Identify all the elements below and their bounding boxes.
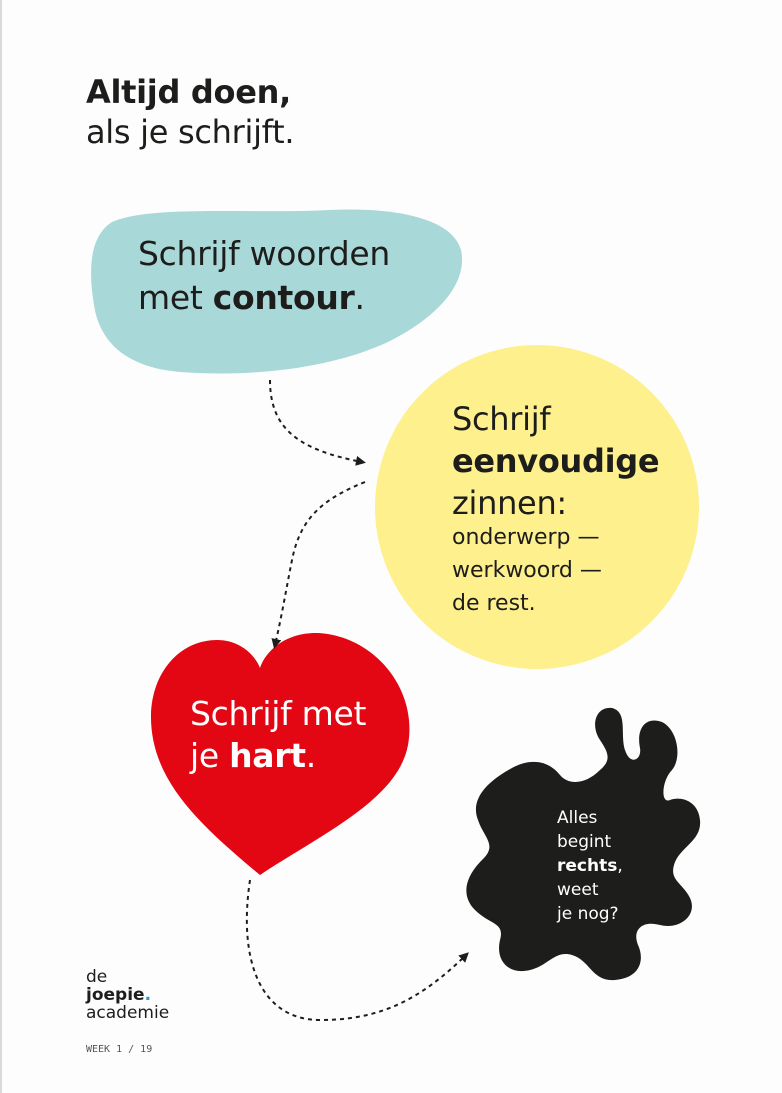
logo-dot: . [144, 985, 152, 1005]
heart-line-1: Schrijf met [190, 694, 367, 733]
yellow-line-1: Schrijf [452, 400, 551, 438]
yellow-line-2: eenvoudige [452, 440, 660, 482]
blue-line-1: Schrijf woorden [138, 234, 391, 273]
heart-line-2-prefix: je [190, 736, 230, 775]
blob-line-3-suffix: , [617, 856, 623, 876]
arrow-blue-to-yellow [269, 379, 366, 466]
heart-line-2-suffix: . [305, 736, 317, 775]
illustration [91, 209, 701, 1022]
blob-line-5: je nog? [557, 904, 619, 924]
arrow-yellow-to-heart [271, 481, 366, 649]
logo-line-1: de [86, 967, 108, 987]
yellow-line-2-bold: eenvoudige [452, 442, 660, 480]
heart-text: Schrijf met je hart. [190, 693, 366, 777]
arrow-heart-to-blob [245, 879, 469, 1022]
blue-line-2-bold: contour [212, 278, 355, 317]
black-blob-text: Alles begint rechts, weet je nog? [557, 806, 623, 926]
yellow-sub-3: de rest. [452, 591, 536, 616]
yellow-circle-text: Schrijf eenvoudige zinnen: [452, 398, 660, 524]
yellow-line-3: zinnen: [452, 484, 567, 522]
blob-line-1: Alles [557, 808, 598, 828]
yellow-sub-1: onderwerp — [452, 525, 600, 550]
blob-line-4: weet [557, 880, 599, 900]
blob-line-2: begint [557, 832, 612, 852]
heart-line-2-bold: hart [229, 736, 306, 775]
blue-line-2-suffix: . [354, 278, 366, 317]
logo-line-2-word: joepie [86, 985, 145, 1005]
joepie-academie-logo: de joepie. academie [86, 968, 169, 1022]
blob-line-3: rechts, [557, 854, 623, 878]
blue-line-2-prefix: met [138, 278, 213, 317]
blob-line-3-bold: rechts [557, 856, 618, 876]
yellow-sub-2: werkwoord — [452, 558, 602, 583]
blue-line-2: met contour. [138, 276, 390, 320]
logo-line-2: joepie. [86, 986, 169, 1004]
yellow-circle-subtext: onderwerp — werkwoord — de rest. [452, 521, 602, 620]
page-footer-label: WEEK 1 / 19 [86, 1044, 153, 1055]
logo-line-3: academie [86, 1003, 170, 1023]
blue-blob-text: Schrijf woorden met contour. [138, 232, 390, 320]
heart-line-2: je hart. [190, 735, 366, 777]
